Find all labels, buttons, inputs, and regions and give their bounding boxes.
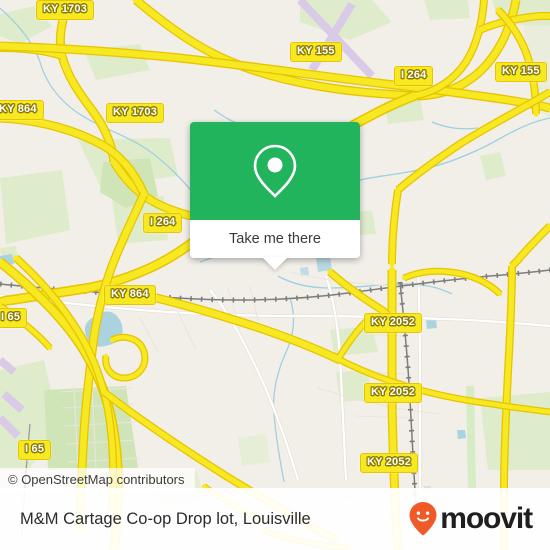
highway-shield: I 65: [18, 440, 52, 460]
highway-shield: KY 155: [290, 42, 342, 62]
highway-shield: KY 864: [0, 100, 44, 120]
highway-shield: KY 1703: [106, 103, 165, 123]
highway-shield: I 65: [0, 308, 28, 328]
highway-shield: KY 1703: [36, 0, 95, 20]
highway-shield: I 264: [143, 213, 183, 233]
footer-bar: M&M Cartage Co-op Drop lot, Louisville m…: [0, 488, 550, 550]
popup-pointer-tail: [262, 257, 288, 270]
highway-shield: KY 864: [104, 285, 156, 305]
highway-shield: KY 2052: [364, 313, 423, 333]
moovit-smiley-pin-icon: [409, 502, 437, 536]
highway-shield: KY 2052: [364, 383, 423, 403]
highway-shield: I 264: [394, 66, 434, 86]
highway-shield: KY 2052: [360, 453, 419, 473]
popup-header: [190, 122, 360, 220]
take-me-there-button[interactable]: Take me there: [190, 220, 360, 270]
map-screenshot: .land { fill:#f2efe9; } .park { fill:#cf…: [0, 0, 550, 550]
take-me-there-label: Take me there: [229, 231, 321, 247]
location-popup-card[interactable]: Take me there: [190, 122, 360, 270]
highway-shield: KY 155: [495, 62, 547, 82]
map-pin-icon: [253, 144, 297, 198]
moovit-logo[interactable]: moovit: [408, 501, 533, 537]
place-title: M&M Cartage Co-op Drop lot, Louisville: [20, 509, 311, 528]
moovit-wordmark: moovit: [440, 502, 533, 535]
